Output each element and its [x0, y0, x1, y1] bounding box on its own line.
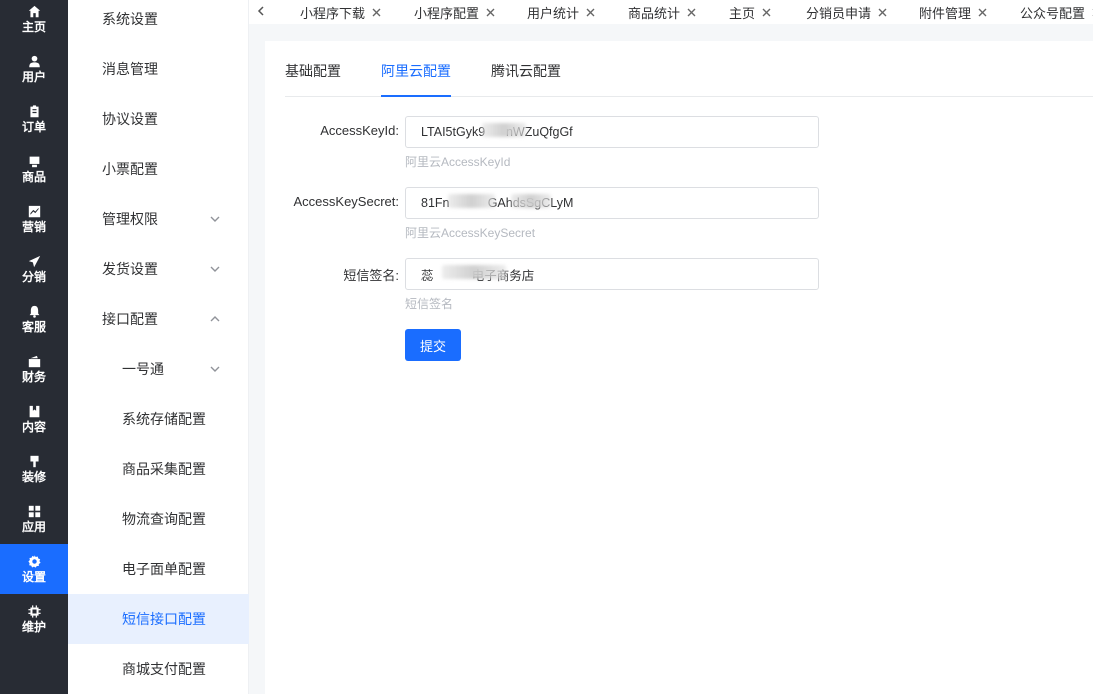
- rail-item-content[interactable]: 内容: [0, 394, 68, 444]
- close-icon[interactable]: [486, 8, 495, 17]
- rail-item-finance[interactable]: 财务: [0, 344, 68, 394]
- rail-item-label: 设置: [21, 570, 46, 584]
- rail-item-marketing[interactable]: 营销: [0, 194, 68, 244]
- main-nav-rail: 主页 用户 订单 商品 营销 分销 客服 财务 内容 装修 应用 设置 维护: [0, 0, 68, 694]
- tab-attachment-management[interactable]: 附件管理: [919, 0, 987, 24]
- tab-miniprogram-config[interactable]: 小程序配置: [414, 0, 495, 24]
- redaction-blur: [511, 194, 551, 208]
- access-key-secret-hint: 阿里云AccessKeySecret: [405, 226, 536, 240]
- rail-item-maintenance[interactable]: 维护: [0, 594, 68, 644]
- tab-official-account-config[interactable]: 公众号配置: [1020, 0, 1093, 24]
- close-icon[interactable]: [586, 8, 595, 17]
- submenu-item-admin-permissions[interactable]: 管理权限: [68, 194, 249, 244]
- rail-item-label: 用户: [21, 70, 46, 84]
- tab-miniprogram-download[interactable]: 小程序下载: [300, 0, 381, 24]
- chevron-down-icon: [209, 362, 221, 374]
- wallet-icon: [27, 354, 41, 368]
- submenu-item-yihaotong[interactable]: 一号通: [68, 344, 249, 394]
- gear-icon: [27, 554, 41, 568]
- submenu-item-api-config[interactable]: 接口配置: [68, 294, 249, 344]
- sms-sign-hint: 短信签名: [405, 297, 454, 311]
- chart-icon: [27, 204, 41, 218]
- bell-icon: [27, 304, 41, 318]
- rail-item-label: 财务: [21, 370, 46, 384]
- access-key-secret-label: AccessKeySecret:: [293, 194, 400, 209]
- access-key-id-label: AccessKeyId:: [320, 123, 399, 138]
- submenu-item-storage-config[interactable]: 系统存储配置: [68, 394, 249, 444]
- rail-item-user[interactable]: 用户: [0, 44, 68, 94]
- rail-item-label: 应用: [21, 520, 46, 534]
- order-icon: [27, 104, 41, 118]
- sms-sign-label: 短信签名:: [343, 268, 399, 283]
- close-icon[interactable]: [878, 8, 887, 17]
- tab-tencent-config[interactable]: 腾讯云配置: [491, 61, 561, 97]
- redaction-blur: [482, 123, 526, 137]
- close-icon[interactable]: [372, 8, 381, 17]
- submenu-item-message-management[interactable]: 消息管理: [68, 44, 249, 94]
- submenu-item-product-collect-config[interactable]: 商品采集配置: [68, 444, 249, 494]
- settings-submenu: 系统设置 消息管理 协议设置 小票配置 管理权限 发货设置 接口配置 一号通 系…: [68, 0, 249, 694]
- submenu-item-logistics-query-config[interactable]: 物流查询配置: [68, 494, 249, 544]
- tab-basic-config[interactable]: 基础配置: [285, 61, 341, 97]
- rail-item-label: 营销: [21, 220, 46, 234]
- submenu-item-shipping-settings[interactable]: 发货设置: [68, 244, 249, 294]
- chevron-up-icon: [209, 312, 221, 324]
- submenu-item-agreement-settings[interactable]: 协议设置: [68, 94, 249, 144]
- rail-item-label: 商品: [21, 170, 46, 184]
- rail-item-settings[interactable]: 设置: [0, 544, 68, 594]
- rail-item-label: 内容: [21, 420, 46, 434]
- book-icon: [27, 404, 41, 418]
- rail-item-label: 订单: [21, 120, 46, 134]
- config-card: 基础配置 阿里云配置 腾讯云配置 AccessKeyId: 阿里云AccessK…: [265, 41, 1093, 694]
- tab-aliyun-config[interactable]: 阿里云配置: [381, 61, 451, 97]
- redaction-blur: [442, 265, 506, 279]
- close-icon[interactable]: [687, 8, 696, 17]
- user-icon: [27, 54, 41, 68]
- grid-icon: [27, 504, 41, 518]
- brush-icon: [27, 454, 41, 468]
- rail-item-order[interactable]: 订单: [0, 94, 68, 144]
- close-icon[interactable]: [978, 8, 987, 17]
- submenu-item-e-waybill-config[interactable]: 电子面单配置: [68, 544, 249, 594]
- rail-item-home[interactable]: 主页: [0, 0, 68, 44]
- product-icon: [27, 154, 41, 168]
- config-tabs: 基础配置 阿里云配置 腾讯云配置: [285, 41, 1093, 97]
- rail-item-service[interactable]: 客服: [0, 294, 68, 344]
- tab-home[interactable]: 主页: [729, 0, 771, 24]
- chevron-down-icon: [209, 212, 221, 224]
- submit-button[interactable]: 提交: [405, 329, 461, 361]
- redaction-blur: [448, 194, 495, 208]
- rail-item-label: 客服: [21, 320, 46, 334]
- close-icon[interactable]: [762, 8, 771, 17]
- access-key-id-hint: 阿里云AccessKeyId: [405, 155, 511, 169]
- rail-item-label: 主页: [21, 20, 46, 34]
- home-icon: [27, 4, 41, 18]
- tab-product-statistics[interactable]: 商品统计: [628, 0, 696, 24]
- chevron-down-icon: [209, 262, 221, 274]
- rail-item-label: 分销: [21, 270, 46, 284]
- page-tabs-bar: 小程序下载 小程序配置 用户统计 商品统计 主页 分销员申请 附件管理 公众号配…: [249, 0, 1093, 24]
- rail-item-product[interactable]: 商品: [0, 144, 68, 194]
- submenu-item-sms-api-config[interactable]: 短信接口配置: [68, 594, 249, 644]
- rail-item-distribution[interactable]: 分销: [0, 244, 68, 294]
- submenu-item-receipt-config[interactable]: 小票配置: [68, 144, 249, 194]
- chip-icon: [27, 604, 41, 618]
- rail-item-label: 维护: [21, 620, 46, 634]
- send-icon: [27, 254, 41, 268]
- chevron-left-icon[interactable]: [253, 2, 269, 20]
- submenu-item-system-settings[interactable]: 系统设置: [68, 0, 249, 44]
- rail-item-label: 装修: [21, 470, 46, 484]
- submenu-item-mall-payment-config[interactable]: 商城支付配置: [68, 644, 249, 694]
- rail-item-decoration[interactable]: 装修: [0, 444, 68, 494]
- rail-item-apps[interactable]: 应用: [0, 494, 68, 544]
- tab-user-statistics[interactable]: 用户统计: [527, 0, 595, 24]
- tab-distributor-application[interactable]: 分销员申请: [806, 0, 887, 24]
- access-key-id-input[interactable]: [405, 116, 819, 148]
